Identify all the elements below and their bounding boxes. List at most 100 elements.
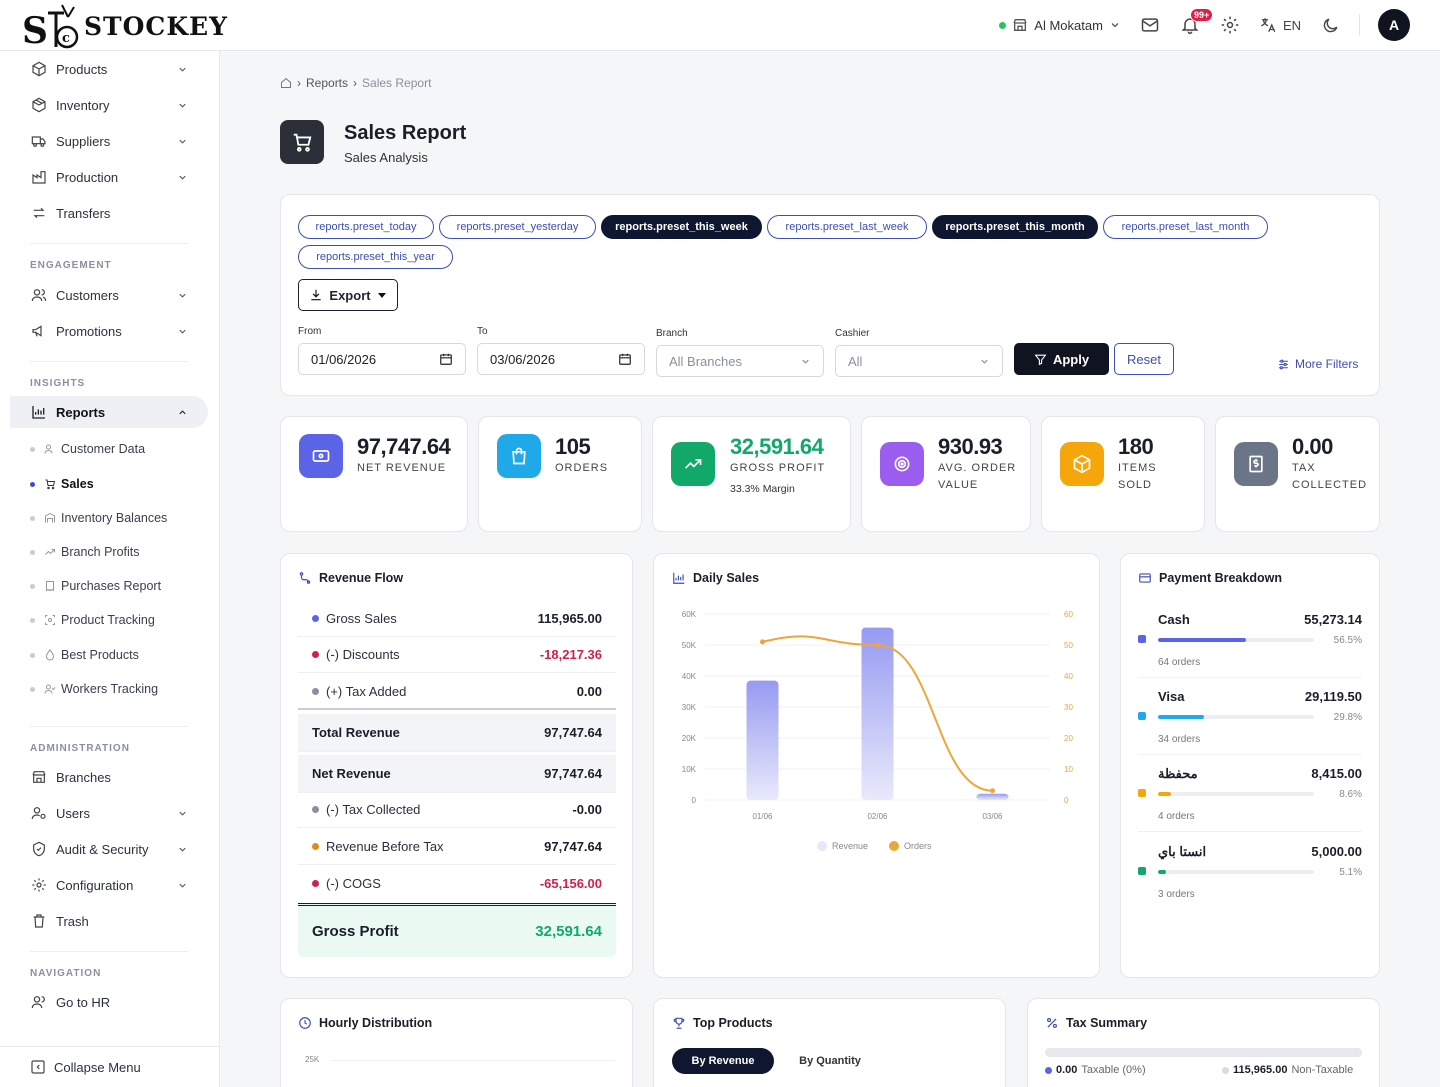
row-label: (-) Tax Collected — [326, 802, 421, 817]
sidebar-item-trash[interactable]: Trash — [20, 905, 208, 937]
sidebar-item-go-to-hr[interactable]: Go to HR — [20, 986, 208, 1018]
sidebar-item-label: Transfers — [56, 205, 111, 221]
apply-label: Apply — [1052, 351, 1090, 367]
legend-dot — [1222, 1066, 1229, 1074]
user-avatar[interactable]: A — [1378, 9, 1410, 41]
preset-chip-this-month[interactable]: reports.preset_this_month — [932, 215, 1098, 239]
sidebar-subitem-sales[interactable]: Sales — [30, 474, 94, 494]
sidebar-subitem-purchases-report[interactable]: Purchases Report — [30, 576, 161, 596]
home-icon[interactable] — [280, 77, 292, 89]
sidebar-subitem-inventory-balances[interactable]: Inventory Balances — [30, 508, 167, 528]
branch-selector[interactable]: Al Mokatam — [999, 17, 1121, 33]
sidebar-item-label: Trash — [56, 913, 89, 929]
preset-chip-last-month[interactable]: reports.preset_last_month — [1103, 215, 1268, 239]
tab-by-quantity[interactable]: By Quantity — [780, 1048, 880, 1074]
sidebar-item-products[interactable]: Products — [20, 53, 208, 85]
sidebar-item-suppliers[interactable]: Suppliers — [20, 125, 208, 157]
total-revenue-row: Total Revenue 97,747.64 — [298, 714, 616, 752]
users-cog-icon — [30, 804, 48, 822]
to-label: To — [477, 326, 488, 337]
sidebar-item-label: Branches — [56, 769, 111, 785]
trend-up-icon — [671, 442, 715, 486]
sidebar-subitem-best-products[interactable]: Best Products — [30, 645, 139, 665]
calendar-icon[interactable] — [618, 352, 632, 366]
row-label: (+) Tax Added — [326, 683, 407, 699]
sidebar-item-users[interactable]: Users — [20, 797, 208, 829]
x-axis-tick: 01/06 — [752, 812, 773, 821]
to-date-input[interactable]: 03/06/2026 — [477, 343, 645, 375]
preset-chip-yesterday[interactable]: reports.preset_yesterday — [439, 215, 596, 239]
payment-progress-track — [1158, 715, 1314, 719]
export-button[interactable]: Export — [298, 279, 398, 311]
sidebar-item-branches[interactable]: Branches — [20, 761, 208, 793]
mail-icon[interactable] — [1139, 14, 1161, 36]
payment-method-percent: 5.1% — [1339, 867, 1362, 878]
sidebar-item-reports[interactable]: Reports — [10, 396, 208, 428]
reset-button[interactable]: Reset — [1114, 343, 1174, 375]
y-axis-tick: 50K — [682, 641, 697, 650]
section-label-engagement: ENGAGEMENT — [30, 260, 112, 271]
preset-chip-last-week[interactable]: reports.preset_last_week — [767, 215, 927, 239]
page-subtitle: Sales Analysis — [344, 150, 428, 165]
sidebar-item-promotions[interactable]: Promotions — [20, 315, 208, 347]
sidebar-subitem-label: Sales — [61, 477, 94, 491]
sidebar-subitem-product-tracking[interactable]: Product Tracking — [30, 610, 155, 630]
divider — [30, 361, 188, 362]
sidebar-subitem-label: Purchases Report — [61, 579, 162, 593]
notification-bell[interactable]: 99+ — [1179, 8, 1214, 36]
kpi-value: 180 — [1118, 434, 1154, 459]
language-switcher[interactable]: EN — [1259, 16, 1301, 34]
sidebar-item-production[interactable]: Production — [20, 161, 208, 193]
more-filters-link[interactable]: More Filters — [1277, 357, 1358, 371]
sidebar-item-label: Configuration — [56, 877, 134, 893]
payment-progress-fill — [1158, 792, 1172, 796]
revenue-flow-title-text: Revenue Flow — [319, 571, 404, 585]
cashier-select[interactable]: All — [835, 345, 1003, 377]
settings-gear-icon[interactable] — [1219, 14, 1241, 36]
sidebar-subitem-branch-profits[interactable]: Branch Profits — [30, 542, 140, 562]
sidebar-subitem-customer-data[interactable]: Customer Data — [30, 439, 145, 459]
taxable-label: Taxable (0%) — [1081, 1064, 1146, 1076]
dark-mode-moon-icon[interactable] — [1319, 14, 1341, 36]
sidebar-item-label: Promotions — [56, 323, 122, 339]
breadcrumb-current: Sales Report — [362, 76, 432, 90]
collapse-menu-button[interactable]: Collapse Menu — [0, 1046, 220, 1087]
sidebar-item-audit-security[interactable]: Audit & Security — [20, 833, 208, 865]
chevron-down-icon — [179, 175, 186, 180]
sidebar-item-customers[interactable]: Customers — [20, 279, 208, 311]
from-date-input[interactable]: 01/06/2026 — [298, 343, 466, 375]
payment-method-value: 29,119.50 — [1304, 689, 1362, 704]
sidebar-subitem-label: Customer Data — [61, 442, 146, 456]
translate-icon — [1260, 18, 1276, 33]
payment-method-orders: 34 orders — [1158, 734, 1201, 745]
payment-method-swatch — [1138, 867, 1146, 875]
chevron-down-icon — [179, 811, 186, 816]
row-label: (-) COGS — [326, 875, 381, 891]
row-label: Gross Profit — [312, 923, 399, 940]
calendar-icon[interactable] — [439, 352, 453, 366]
top-products-title-text: Top Products — [693, 1016, 773, 1030]
preset-chip-this-week[interactable]: reports.preset_this_week — [601, 215, 762, 239]
brand-logo[interactable]: S c STOCKEY — [22, 3, 228, 52]
preset-chip-this-year[interactable]: reports.preset_this_year — [298, 245, 453, 269]
branch-select[interactable]: All Branches — [656, 345, 824, 377]
kpi-label: NET REVENUE — [357, 462, 447, 474]
top-products-title: Top Products — [672, 1016, 773, 1030]
y2-axis-tick: 10 — [1064, 765, 1073, 774]
to-date-value: 03/06/2026 — [490, 351, 556, 367]
sidebar-item-configuration[interactable]: Configuration — [20, 869, 208, 901]
section-label-navigation: NAVIGATION — [30, 968, 102, 979]
kpi-label-line: TAX — [1292, 462, 1316, 474]
sidebar-subitem-workers-tracking[interactable]: Workers Tracking — [30, 679, 158, 699]
brand-name: STOCKEY — [84, 11, 228, 41]
sidebar-item-inventory[interactable]: Inventory — [20, 89, 208, 121]
legend-revenue-label: Revenue — [832, 841, 868, 851]
apply-button[interactable]: Apply — [1014, 343, 1109, 375]
chevron-up-icon — [179, 410, 186, 415]
breadcrumb-reports[interactable]: Reports — [306, 76, 348, 90]
kpi-value: 105 — [555, 434, 591, 459]
tab-by-revenue[interactable]: By Revenue — [672, 1048, 774, 1074]
preset-chip-today[interactable]: reports.preset_today — [298, 215, 434, 239]
sidebar-item-transfers[interactable]: Transfers — [20, 197, 208, 229]
revenue-flow-row: Revenue Before Tax 97,747.64 — [298, 829, 616, 865]
